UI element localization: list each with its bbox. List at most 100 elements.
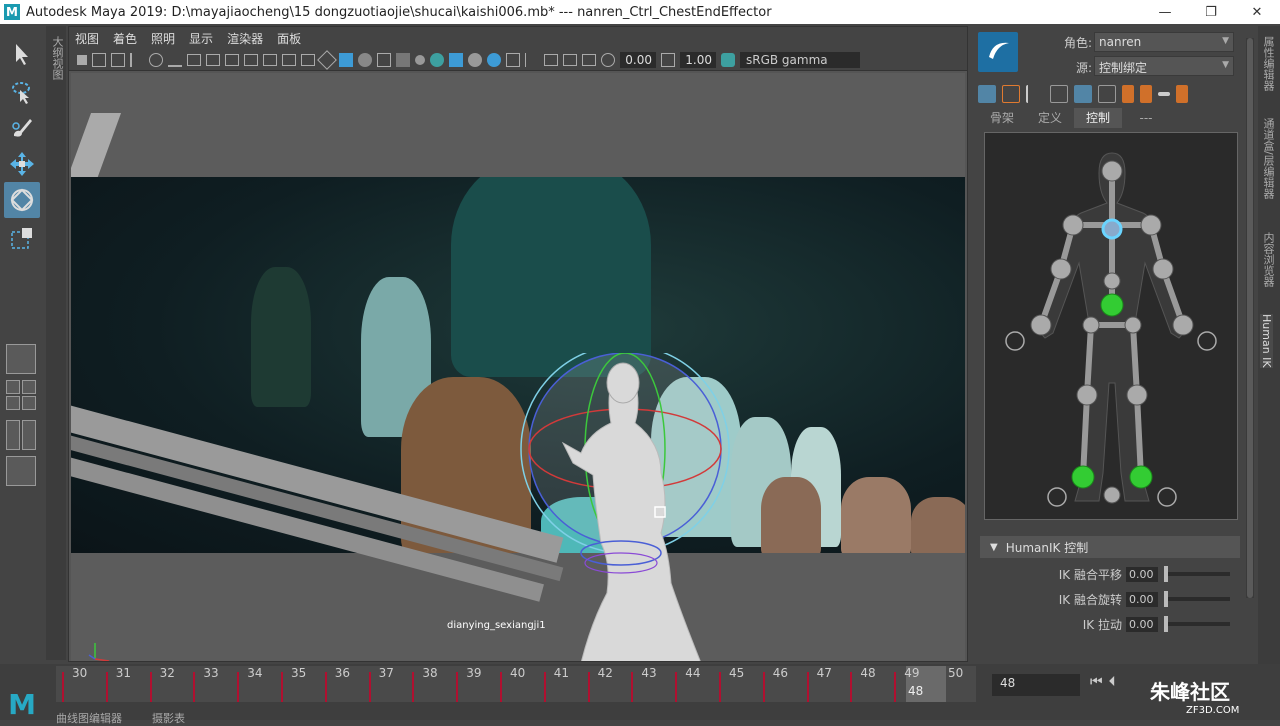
- keyframe-marker[interactable]: [587, 672, 590, 702]
- layout-quad-button-1[interactable]: [6, 380, 20, 394]
- humanik-logo-button[interactable]: [978, 32, 1018, 72]
- screen-space-ao-icon[interactable]: [582, 53, 596, 66]
- color-management-icon[interactable]: [721, 52, 735, 67]
- ik-blend-translate-field[interactable]: 0.00: [1126, 566, 1158, 582]
- keyframe-marker[interactable]: [149, 672, 152, 702]
- keyframe-marker[interactable]: [105, 672, 108, 702]
- full-body-icon[interactable]: [1050, 85, 1068, 103]
- keyframe-marker[interactable]: [719, 672, 721, 702]
- textured-icon[interactable]: [377, 52, 391, 67]
- shaded-wireframe-icon[interactable]: [358, 52, 372, 67]
- tab-human-ik[interactable]: Human IK: [1260, 314, 1273, 368]
- reference-effector[interactable]: [1103, 486, 1121, 504]
- menu-renderer[interactable]: 渲染器: [227, 30, 263, 47]
- image-plane-icon[interactable]: [130, 52, 144, 67]
- exposure-field[interactable]: 0.00: [620, 51, 656, 68]
- resolution-gate-icon[interactable]: [225, 53, 239, 66]
- maximize-button[interactable]: ❐: [1188, 0, 1234, 24]
- minimize-button[interactable]: —: [1142, 0, 1188, 24]
- layout-single-button[interactable]: [6, 344, 36, 374]
- tab-graph-editor[interactable]: 曲线图编辑器: [56, 710, 122, 726]
- keyframe-marker[interactable]: [762, 672, 765, 702]
- ik-pull-field[interactable]: 0.00: [1126, 616, 1158, 632]
- edit-custom-rig-icon[interactable]: [1002, 85, 1020, 103]
- keyframe-marker[interactable]: [675, 672, 678, 702]
- outliner-layout-button[interactable]: [6, 456, 36, 486]
- shadows-icon[interactable]: [415, 54, 425, 65]
- right-wrist-effector[interactable]: [1172, 314, 1194, 336]
- left-ankle-effector[interactable]: [1071, 465, 1095, 489]
- gate-mask-icon[interactable]: [244, 53, 258, 66]
- menu-lighting[interactable]: 照明: [151, 30, 175, 47]
- skeleton-icon[interactable]: [1026, 85, 1044, 103]
- tab-skeleton[interactable]: 骨架: [978, 108, 1026, 128]
- camera-select-icon[interactable]: [77, 54, 87, 65]
- lasso-tool[interactable]: [4, 74, 40, 110]
- right-hip-effector[interactable]: [1124, 316, 1142, 334]
- pin-none-icon[interactable]: [1158, 92, 1170, 96]
- field-chart-icon[interactable]: [263, 53, 277, 66]
- xray-icon[interactable]: [449, 52, 463, 67]
- keyframe-marker[interactable]: [193, 672, 196, 702]
- xray-joints-icon[interactable]: [468, 52, 482, 67]
- spine-effector[interactable]: [1103, 272, 1121, 290]
- exposure-icon[interactable]: [601, 52, 615, 67]
- safe-action-icon[interactable]: [282, 53, 296, 66]
- chest-effector-selected[interactable]: [1101, 218, 1123, 240]
- move-tool[interactable]: [4, 146, 40, 182]
- edit-controls-icon[interactable]: [978, 85, 996, 103]
- select-tool[interactable]: [4, 36, 40, 72]
- layout-split-button-2[interactable]: [22, 420, 36, 450]
- tab-definition[interactable]: 定义: [1026, 108, 1074, 128]
- go-to-start-icon[interactable]: ⏮: [1090, 674, 1103, 690]
- ik-blend-rotate-field[interactable]: 0.00: [1126, 591, 1158, 607]
- keyframe-marker[interactable]: [412, 672, 415, 702]
- pin-all-icon[interactable]: [1176, 85, 1188, 103]
- keyframe-marker[interactable]: [456, 672, 459, 702]
- close-button[interactable]: ✕: [1234, 0, 1280, 24]
- ambient-occlusion-icon[interactable]: [430, 52, 444, 67]
- grease-pencil-icon[interactable]: [168, 53, 182, 67]
- tab-dope-sheet[interactable]: 摄影表: [152, 710, 185, 726]
- keyframe-marker[interactable]: [894, 672, 897, 702]
- layout-quad-button-3[interactable]: [6, 396, 20, 410]
- wireframe-icon[interactable]: [317, 49, 337, 70]
- bookmark-icon[interactable]: [111, 52, 125, 67]
- ik-pull-slider[interactable]: [1164, 616, 1230, 632]
- body-part-icon[interactable]: [1074, 85, 1092, 103]
- keyframe-marker[interactable]: [62, 672, 64, 702]
- left-foot-expand-icon[interactable]: [1047, 487, 1067, 507]
- ik-blend-rotate-slider[interactable]: [1164, 591, 1230, 607]
- left-elbow-effector[interactable]: [1050, 258, 1072, 280]
- left-wrist-effector[interactable]: [1030, 314, 1052, 336]
- rotate-tool[interactable]: [4, 182, 40, 218]
- right-shoulder-effector[interactable]: [1140, 214, 1162, 236]
- pin-translate-icon[interactable]: [1122, 85, 1134, 103]
- pin-rotate-icon[interactable]: [1140, 85, 1152, 103]
- camera-attributes-icon[interactable]: [92, 52, 106, 67]
- right-elbow-effector[interactable]: [1152, 258, 1174, 280]
- left-knee-effector[interactable]: [1076, 384, 1098, 406]
- layout-split-button-1[interactable]: [6, 420, 20, 450]
- grid-icon[interactable]: [187, 53, 201, 66]
- layout-quad-button-2[interactable]: [22, 380, 36, 394]
- menu-panels[interactable]: 面板: [277, 30, 301, 47]
- keyframe-marker[interactable]: [237, 672, 240, 702]
- source-select[interactable]: 控制绑定: [1094, 56, 1234, 76]
- gamma-icon[interactable]: [661, 52, 675, 67]
- gamma-field[interactable]: 1.00: [680, 51, 716, 68]
- menu-view[interactable]: 视图: [75, 30, 99, 47]
- humanik-controls-section-header[interactable]: ▼ HumanIK 控制: [980, 536, 1240, 558]
- head-effector[interactable]: [1101, 160, 1123, 182]
- view-transform-select[interactable]: sRGB gamma: [740, 51, 860, 68]
- keyframe-marker[interactable]: [631, 672, 634, 702]
- tab-attribute-editor[interactable]: 属性编辑器: [1260, 36, 1276, 91]
- keyframe-marker[interactable]: [806, 672, 809, 702]
- tab-more[interactable]: ---: [1122, 108, 1170, 128]
- tab-channel-box[interactable]: 通道盒/层编辑器: [1260, 118, 1276, 199]
- layout-quad-button-4[interactable]: [22, 396, 36, 410]
- keyframe-marker[interactable]: [850, 672, 853, 702]
- left-shoulder-effector[interactable]: [1062, 214, 1084, 236]
- tab-content-browser[interactable]: 内容浏览器: [1260, 232, 1276, 287]
- scale-tool[interactable]: [4, 220, 40, 256]
